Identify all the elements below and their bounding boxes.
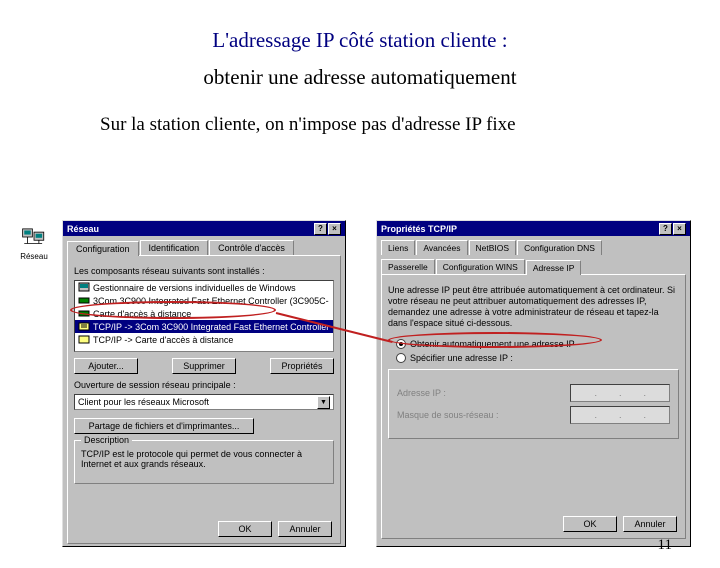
- window-title: Propriétés TCP/IP: [381, 224, 457, 234]
- chevron-down-icon[interactable]: ▼: [317, 396, 330, 409]
- desktop-network-icon[interactable]: Réseau: [14, 226, 54, 261]
- list-item[interactable]: 3Com 3C900 Integrated Fast Ethernet Cont…: [75, 294, 333, 307]
- radio-specify-ip[interactable]: Spécifier une adresse IP :: [396, 353, 679, 363]
- adapter-icon: [78, 308, 90, 319]
- window-reseau: Réseau ? × Configuration Identification …: [62, 220, 346, 547]
- logon-combo[interactable]: Client pour les réseaux Microsoft ▼: [74, 394, 334, 410]
- radio-label: Obtenir automatiquement une adresse IP: [410, 339, 575, 349]
- titlebar-reseau[interactable]: Réseau ? ×: [63, 221, 345, 236]
- tab-avancees[interactable]: Avancées: [416, 240, 467, 255]
- close-button[interactable]: ×: [673, 223, 686, 235]
- titlebar-tcpip[interactable]: Propriétés TCP/IP ? ×: [377, 221, 690, 236]
- tab-identification[interactable]: Identification: [140, 240, 209, 255]
- description-text: TCP/IP est le protocole qui permet de vo…: [81, 449, 327, 469]
- instruction-text: Une adresse IP peut être attribuée autom…: [388, 285, 679, 329]
- combo-value: Client pour les réseaux Microsoft: [78, 397, 209, 407]
- subtitle: Sur la station cliente, on n'impose pas …: [100, 114, 720, 136]
- remove-button[interactable]: Supprimer: [172, 358, 236, 374]
- close-button[interactable]: ×: [328, 223, 341, 235]
- list-item-selected[interactable]: TCP/IP -> 3Com 3C900 Integrated Fast Eth…: [75, 320, 333, 333]
- network-neighborhood-icon: [21, 226, 47, 248]
- ip-address-label: Adresse IP :: [397, 388, 517, 398]
- components-label: Les composants réseau suivants sont inst…: [74, 266, 334, 276]
- add-button[interactable]: Ajouter...: [74, 358, 138, 374]
- fieldset-legend: Description: [81, 435, 132, 445]
- radio-icon: [396, 339, 406, 349]
- ip-entry-group: Adresse IP : ... Masque de sous-réseau :…: [388, 369, 679, 439]
- list-item[interactable]: Gestionnaire de versions individuelles d…: [75, 281, 333, 294]
- radio-auto-ip[interactable]: Obtenir automatiquement une adresse IP: [396, 339, 679, 349]
- tab-adresse-ip[interactable]: Adresse IP: [526, 260, 582, 275]
- heading-line1: L'adressage IP côté station cliente :: [0, 28, 720, 53]
- heading-line2: obtenir une adresse automatiquement: [0, 65, 720, 90]
- client-icon: [78, 282, 90, 293]
- tab-config-wins[interactable]: Configuration WINS: [436, 259, 525, 274]
- list-item[interactable]: Carte d'accès à distance: [75, 307, 333, 320]
- cancel-button[interactable]: Annuler: [278, 521, 332, 537]
- tab-config-dns[interactable]: Configuration DNS: [517, 240, 602, 255]
- tab-liens[interactable]: Liens: [381, 240, 415, 255]
- help-button[interactable]: ?: [314, 223, 327, 235]
- tab-configuration[interactable]: Configuration: [67, 241, 139, 256]
- tab-controle-acces[interactable]: Contrôle d'accès: [209, 240, 294, 255]
- list-item[interactable]: TCP/IP -> Carte d'accès à distance: [75, 333, 333, 346]
- cancel-button[interactable]: Annuler: [623, 516, 677, 532]
- ok-button[interactable]: OK: [563, 516, 617, 532]
- tab-passerelle[interactable]: Passerelle: [381, 259, 435, 274]
- desktop-icon-label: Réseau: [14, 252, 54, 261]
- logon-label: Ouverture de session réseau principale :: [74, 380, 334, 390]
- tab-pane-reseau: Les composants réseau suivants sont inst…: [67, 255, 341, 544]
- radio-icon: [396, 353, 406, 363]
- tab-pane-tcpip: Une adresse IP peut être attribuée autom…: [381, 274, 686, 539]
- tab-netbios[interactable]: NetBIOS: [469, 240, 517, 255]
- radio-label: Spécifier une adresse IP :: [410, 353, 513, 363]
- window-tcpip: Propriétés TCP/IP ? × Liens Avancées Net…: [376, 220, 691, 547]
- adapter-icon: [78, 295, 90, 306]
- file-print-sharing-button[interactable]: Partage de fichiers et d'imprimantes...: [74, 418, 254, 434]
- subnet-mask-label: Masque de sous-réseau :: [397, 410, 517, 420]
- properties-button[interactable]: Propriétés: [270, 358, 334, 374]
- subnet-mask-field: ...: [570, 406, 670, 424]
- protocol-icon: [78, 334, 90, 345]
- components-listbox[interactable]: Gestionnaire de versions individuelles d…: [74, 280, 334, 352]
- ip-address-field: ...: [570, 384, 670, 402]
- help-button[interactable]: ?: [659, 223, 672, 235]
- protocol-icon: [78, 321, 90, 332]
- window-title: Réseau: [67, 224, 99, 234]
- description-fieldset: Description TCP/IP est le protocole qui …: [74, 440, 334, 484]
- ok-button[interactable]: OK: [218, 521, 272, 537]
